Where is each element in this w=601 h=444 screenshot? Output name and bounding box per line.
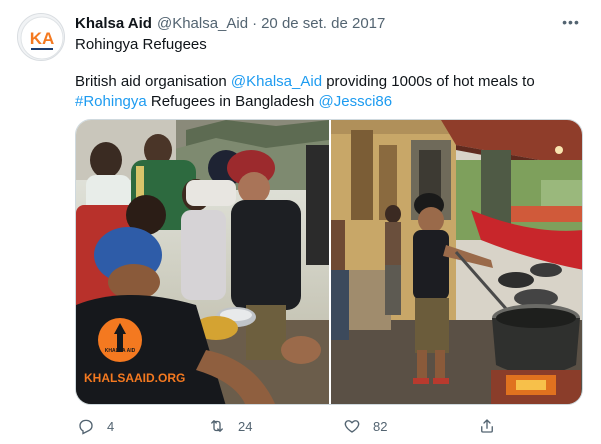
share-icon: [481, 419, 493, 433]
retweet-icon: [211, 420, 223, 432]
media-grid: KHALSA AID KHALSAAID.ORG: [75, 119, 583, 405]
author-handle[interactable]: @Khalsa_Aid: [157, 15, 248, 32]
body-text: British aid organisation: [75, 73, 231, 90]
tweet-actions: 4 24 82: [75, 412, 583, 440]
svg-text:KHALSA AID: KHALSA AID: [105, 348, 136, 354]
tweet-title: Rohingya Refugees: [75, 36, 207, 53]
retweet-count: 24: [238, 418, 253, 434]
photo-right[interactable]: [331, 120, 582, 404]
reply-count: 4: [107, 418, 115, 434]
like-button[interactable]: 82: [343, 412, 387, 440]
share-button[interactable]: [478, 412, 496, 440]
khalsa-aid-logo: KA: [18, 14, 64, 60]
svg-text:KHALSAAID.ORG: KHALSAAID.ORG: [84, 371, 185, 385]
mention-link[interactable]: @Jessci86: [319, 93, 393, 110]
separator: ·: [252, 14, 258, 32]
author-name[interactable]: Khalsa Aid: [75, 15, 152, 32]
reply-button[interactable]: 4: [77, 412, 114, 440]
hashtag-link[interactable]: #Rohingya: [75, 93, 147, 110]
like-count: 82: [373, 418, 388, 434]
retweet-button[interactable]: 24: [208, 412, 252, 440]
tweet-text-line-2: #Rohingya Refugees in Bangladesh @Jessci…: [75, 92, 392, 112]
body-text: Refugees in Bangladesh: [146, 93, 319, 110]
svg-text:KA: KA: [30, 29, 55, 48]
tweet-date[interactable]: 20 de set. de 2017: [261, 15, 385, 32]
more-options-icon[interactable]: •••: [561, 13, 581, 33]
avatar[interactable]: KA: [17, 13, 65, 61]
tweet-text-line-1: British aid organisation @Khalsa_Aid pro…: [75, 72, 535, 92]
body-text: providing 1000s of hot meals to: [322, 73, 535, 90]
heart-icon: [344, 420, 360, 433]
tweet-card[interactable]: KA Khalsa Aid @Khalsa_Aid · 20 de set. d…: [0, 0, 601, 444]
tweet-header: Khalsa Aid @Khalsa_Aid · 20 de set. de 2…: [75, 13, 581, 33]
mention-link[interactable]: @Khalsa_Aid: [231, 73, 322, 90]
reply-icon: [79, 419, 93, 435]
photo-left[interactable]: KHALSA AID KHALSAAID.ORG: [76, 120, 329, 404]
